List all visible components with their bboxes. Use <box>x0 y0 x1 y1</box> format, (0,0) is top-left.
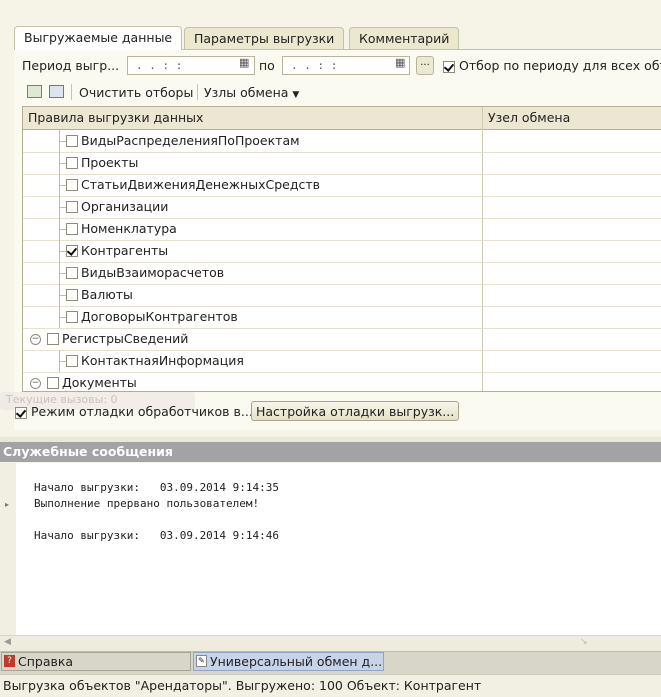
row-checkbox[interactable] <box>66 311 78 323</box>
exchange-node-cell[interactable] <box>483 174 661 196</box>
current-line-marker-icon: ▸ <box>5 500 10 509</box>
exchange-node-cell[interactable] <box>483 372 661 391</box>
row-label: РегистрыСведений <box>62 331 189 346</box>
clear-filters-button[interactable]: Очистить отборы <box>79 85 193 100</box>
exchange-node-cell[interactable] <box>483 262 661 284</box>
row-label: Организации <box>81 199 169 214</box>
messages-gutter: ▸ <box>0 463 16 635</box>
row-label: Номенклатура <box>81 221 177 236</box>
toolbar-separator <box>197 84 198 100</box>
row-label: СтатьиДвиженияДенежныхСредств <box>81 177 321 192</box>
row-label: Проекты <box>81 155 139 170</box>
table-row[interactable]: Контрагенты <box>23 240 661 263</box>
status-bar: Выгрузка объектов "Арендаторы". Выгружен… <box>0 674 661 697</box>
row-checkbox[interactable] <box>66 179 78 191</box>
tab-export-params[interactable]: Параметры выгрузки <box>184 27 345 49</box>
table-row[interactable]: ВидыРаспределенияПоПроектам <box>23 130 661 153</box>
tab-exported-data[interactable]: Выгружаемые данные <box>14 26 183 50</box>
table-row[interactable]: Организации <box>23 196 661 219</box>
uncheck-all-icon[interactable] <box>49 85 64 98</box>
debug-mode-checkbox[interactable] <box>15 406 27 419</box>
row-label: ДоговорыКонтрагентов <box>81 309 238 324</box>
exchange-node-cell[interactable] <box>483 196 661 218</box>
horizontal-scrollbar[interactable]: ◀ ↘ <box>0 635 661 651</box>
messages-area[interactable]: Начало выгрузки: 03.09.2014 9:14:35 Выпо… <box>16 463 661 635</box>
exchange-nodes-menu[interactable]: Узлы обмена ▼ <box>204 85 299 100</box>
row-checkbox[interactable] <box>66 201 78 213</box>
table-row[interactable]: СтатьиДвиженияДенежныхСредств <box>23 174 661 197</box>
table-row[interactable]: ДоговорыКонтрагентов <box>23 306 661 329</box>
calendar-icon[interactable]: ▦ <box>395 56 409 73</box>
period-label: Период выгр... <box>22 58 120 73</box>
filter-all-checkbox[interactable] <box>443 60 455 73</box>
column-header-node[interactable]: Узел обмена <box>488 110 570 125</box>
row-checkbox[interactable] <box>66 355 78 367</box>
column-header-rules[interactable]: Правила выгрузки данных <box>28 110 203 125</box>
row-checkbox[interactable] <box>66 223 78 235</box>
exchange-node-cell[interactable] <box>483 240 661 262</box>
table-row[interactable]: Валюты <box>23 284 661 307</box>
exchange-node-cell[interactable] <box>483 152 661 174</box>
exchange-node-cell[interactable] <box>483 306 661 328</box>
resize-grip-icon: ↘ <box>580 637 588 647</box>
exchange-node-cell[interactable] <box>483 284 661 306</box>
table-row[interactable]: КонтактнаяИнформация <box>23 350 661 373</box>
period-to-label: по <box>259 58 275 73</box>
row-checkbox[interactable] <box>66 157 78 169</box>
row-checkbox[interactable] <box>66 245 78 257</box>
table-row[interactable]: Номенклатура <box>23 218 661 241</box>
task-universal-exchange[interactable]: ✎ Универсальный обмен д... <box>193 652 384 671</box>
message-line: Начало выгрузки: 03.09.2014 9:14:46 <box>34 529 280 542</box>
form-icon: ✎ <box>196 655 207 667</box>
debug-mode-option[interactable]: Режим отладки обработчиков в... <box>15 404 253 419</box>
table-header: Правила выгрузки данных Узел обмена <box>23 107 661 130</box>
export-rules-table: Правила выгрузки данных Узел обмена Виды… <box>22 106 661 392</box>
exchange-node-cell[interactable] <box>483 218 661 240</box>
collapse-icon[interactable]: − <box>30 334 41 345</box>
row-checkbox[interactable] <box>66 267 78 279</box>
messages-title: Служебные сообщения <box>0 442 661 462</box>
message-line: Начало выгрузки: 03.09.2014 9:14:35 <box>34 481 280 494</box>
calendar-icon[interactable]: ▦ <box>239 56 253 73</box>
table-row[interactable]: Проекты <box>23 152 661 175</box>
exchange-node-cell[interactable] <box>483 328 661 350</box>
message-line: Выполнение прервано пользователем! <box>34 497 260 510</box>
check-all-icon[interactable] <box>27 85 42 98</box>
filter-all-label: Отбор по периоду для всех объ <box>458 58 661 73</box>
debug-settings-button[interactable]: Настройка отладки выгрузк... <box>251 401 460 421</box>
period-to-field[interactable]: . . : : <box>282 56 410 75</box>
dropdown-arrow-icon: ▼ <box>292 90 300 100</box>
filter-all-option[interactable]: Отбор по периоду для всех объ <box>443 58 661 73</box>
toolbar-separator <box>71 84 72 100</box>
row-label: ВидыРаспределенияПоПроектам <box>81 133 300 148</box>
row-label: Валюты <box>81 287 133 302</box>
row-checkbox[interactable] <box>66 289 78 301</box>
row-label: ВидыВзаиморасчетов <box>81 265 225 280</box>
collapse-icon[interactable]: − <box>30 378 41 389</box>
task-help[interactable]: ? Справка <box>1 652 191 671</box>
period-select-button[interactable]: ... <box>416 56 434 75</box>
scroll-left-icon[interactable]: ◀ <box>4 637 11 647</box>
exchange-node-cell[interactable] <box>483 350 661 372</box>
exchange-node-cell[interactable] <box>483 130 661 152</box>
row-label: КонтактнаяИнформация <box>81 353 244 368</box>
table-row[interactable]: − Документы <box>23 372 661 391</box>
tab-comment[interactable]: Комментарий <box>349 27 460 49</box>
help-icon: ? <box>4 655 15 667</box>
row-checkbox[interactable] <box>47 377 59 389</box>
period-from-field[interactable]: . . : : <box>127 56 255 75</box>
row-checkbox[interactable] <box>47 333 59 345</box>
row-checkbox[interactable] <box>66 135 78 147</box>
table-row[interactable]: ВидыВзаиморасчетов <box>23 262 661 285</box>
table-row[interactable]: − РегистрыСведений <box>23 328 661 351</box>
row-label: Документы <box>62 375 137 390</box>
row-label: Контрагенты <box>81 243 169 258</box>
debug-mode-label: Режим отладки обработчиков в... <box>30 404 253 419</box>
